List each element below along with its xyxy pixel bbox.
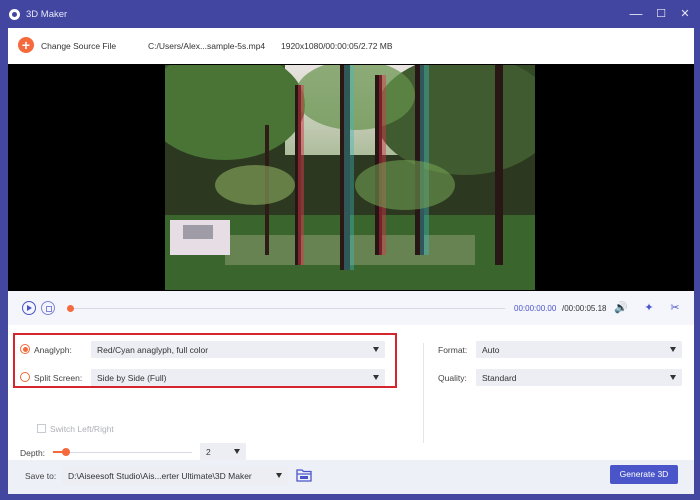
anaglyph-forest-preview (165, 65, 535, 290)
switch-left-right-label: Switch Left/Right (50, 424, 114, 434)
save-path-value: D:\Aiseesoft Studio\Ais...erter Ultimate… (68, 471, 252, 481)
format-value: Auto (482, 345, 500, 355)
change-source-file-button[interactable]: Change Source File (41, 41, 116, 51)
chevron-down-icon (373, 375, 379, 380)
volume-icon[interactable]: 🔊 (613, 300, 629, 316)
split-screen-select[interactable]: Side by Side (Full) (91, 369, 385, 386)
settings-panel: Anaglyph: Red/Cyan anaglyph, full color … (8, 325, 694, 460)
cut-icon[interactable]: ✂ (667, 300, 683, 316)
chevron-down-icon (670, 375, 676, 380)
app-logo-icon (9, 9, 20, 20)
progress-track[interactable] (69, 308, 505, 309)
chevron-down-icon (670, 347, 676, 352)
quality-select[interactable]: Standard (476, 369, 682, 386)
title-bar: 3D Maker — ☐ ✕ (0, 0, 700, 28)
window-title: 3D Maker (26, 9, 68, 20)
video-preview-frame (165, 65, 535, 290)
split-screen-label: Split Screen: (34, 373, 83, 383)
main-content: + Change Source File C:/Users/Alex...sam… (8, 28, 694, 494)
maximize-button[interactable]: ☐ (651, 4, 671, 24)
add-source-icon[interactable]: + (18, 37, 34, 53)
footer-bar: Save to: D:\Aiseesoft Studio\Ais...erter… (8, 460, 694, 494)
source-file-info: 1920x1080/00:00:05/2.72 MB (281, 41, 393, 51)
chevron-down-icon (234, 449, 240, 454)
split-screen-radio[interactable] (20, 372, 30, 382)
quality-value: Standard (482, 373, 517, 383)
source-toolbar: + Change Source File C:/Users/Alex...sam… (8, 28, 694, 64)
chevron-down-icon (276, 473, 282, 478)
anaglyph-label: Anaglyph: (34, 345, 72, 355)
current-time: 00:00:00.00 (514, 304, 557, 313)
close-button[interactable]: ✕ (675, 4, 695, 24)
depth-label: Depth: (20, 448, 46, 458)
progress-knob[interactable] (67, 305, 74, 312)
open-folder-icon[interactable] (296, 468, 312, 482)
anaglyph-value: Red/Cyan anaglyph, full color (97, 345, 209, 355)
quality-label: Quality: (438, 373, 467, 383)
video-preview-area (8, 64, 694, 291)
play-button[interactable] (22, 301, 36, 315)
depth-select[interactable]: 2 (200, 443, 246, 460)
settings-divider (423, 343, 424, 443)
anaglyph-select[interactable]: Red/Cyan anaglyph, full color (91, 341, 385, 358)
stop-button[interactable] (41, 301, 55, 315)
depth-slider-handle[interactable] (62, 448, 70, 456)
depth-slider-track[interactable] (53, 452, 192, 453)
chevron-down-icon (373, 347, 379, 352)
source-file-path: C:/Users/Alex...sample-5s.mp4 (148, 41, 266, 51)
generate-3d-button[interactable]: Generate 3D (610, 465, 678, 484)
save-to-label: Save to: (25, 471, 57, 481)
split-screen-value: Side by Side (Full) (97, 373, 167, 383)
effects-icon[interactable]: ✦ (641, 300, 657, 316)
anaglyph-radio[interactable] (20, 344, 30, 354)
minimize-button[interactable]: — (626, 4, 646, 24)
app-window: 3D Maker — ☐ ✕ + Change Source File C:/U… (0, 0, 700, 500)
format-select[interactable]: Auto (476, 341, 682, 358)
depth-value: 2 (206, 447, 211, 457)
total-time: /00:00:05.18 (562, 304, 607, 313)
playback-controls: 00:00:00.00 /00:00:05.18 🔊 ✦ ✂ (8, 291, 694, 325)
switch-left-right-checkbox[interactable] (37, 424, 46, 433)
format-label: Format: (438, 345, 468, 355)
save-path-select[interactable]: D:\Aiseesoft Studio\Ais...erter Ultimate… (62, 466, 288, 485)
